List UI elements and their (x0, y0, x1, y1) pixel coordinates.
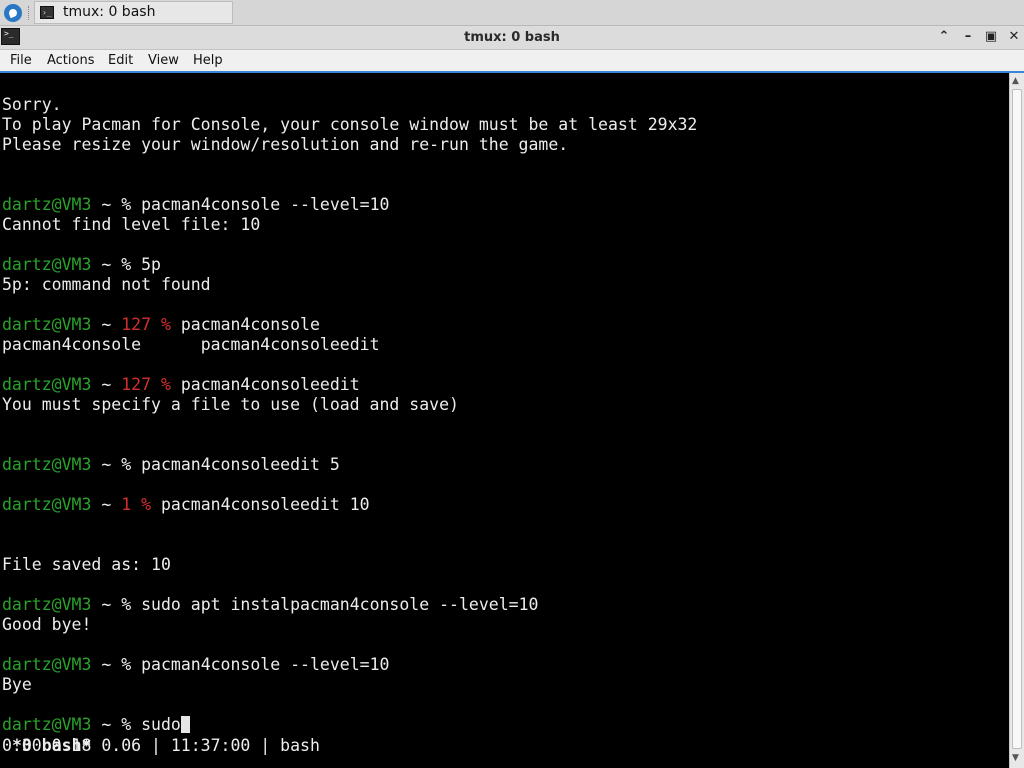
prompt-user: dartz@VM3 (2, 455, 92, 474)
minimize-icon[interactable]: – (960, 29, 976, 45)
terminal-prompt-line: dartz@VM3 ~ % sudo apt instalpacman4cons… (2, 595, 539, 614)
terminal-output-line: File saved as: 10 (2, 555, 171, 574)
maximize-icon[interactable]: ▣ (983, 29, 999, 45)
prompt-command: pacman4consoleedit 10 (160, 495, 370, 514)
terminal-prompt-line: dartz@VM3 ~ % pacman4console --level=10 (2, 655, 390, 674)
vertical-scrollbar[interactable]: ▲ ▼ (1009, 73, 1024, 768)
terminal-output-line: Bye (2, 675, 32, 694)
prompt-user: dartz@VM3 (2, 715, 92, 734)
prompt-user: dartz@VM3 (2, 195, 92, 214)
prompt-command: pacman4consoleedit (180, 375, 360, 394)
terminal-prompt-line: dartz@VM3 ~ 1 % pacman4consoleedit 10 (2, 495, 370, 514)
prompt-user: dartz@VM3 (2, 255, 92, 274)
prompt-exit-code: 127 % (121, 375, 171, 394)
scroll-up-arrow-icon[interactable]: ▲ (1012, 76, 1019, 86)
menu-file[interactable]: File (10, 53, 32, 68)
menu-help[interactable]: Help (193, 53, 223, 68)
prompt-command: % pacman4console --level=10 (121, 195, 390, 214)
scroll-down-arrow-icon[interactable]: ▼ (1012, 753, 1019, 763)
prompt-user: dartz@VM3 (2, 495, 92, 514)
menu-edit[interactable]: Edit (108, 53, 133, 68)
terminal-output-line: 5p: command not found (2, 275, 211, 294)
taskbar-task-button[interactable]: tmux: 0 bash (34, 1, 233, 24)
current-command[interactable]: % sudo (121, 715, 181, 734)
terminal-input-line[interactable]: dartz@VM3 ~ % sudo (2, 715, 190, 735)
terminal-icon (40, 2, 54, 23)
terminal-output-line: pacman4console pacman4consoleedit (2, 335, 380, 355)
terminal-prompt-line: dartz@VM3 ~ 127 % pacman4consoleedit (2, 375, 360, 394)
tmux-status-info: 0.30 0.18 0.06 | 11:37:00 | bash (2, 736, 320, 755)
completion-option: pacman4console (2, 335, 142, 354)
menu-actions[interactable]: Actions (47, 53, 95, 68)
taskbar: tmux: 0 bash (0, 0, 1024, 26)
text-cursor (180, 716, 190, 733)
prompt-command: % 5p (121, 255, 161, 274)
scrollbar-thumb[interactable] (1012, 89, 1022, 749)
taskbar-separator (28, 6, 31, 20)
prompt-exit-code: 1 % (121, 495, 152, 514)
terminal-output-line: You must specify a file to use (load and… (2, 395, 459, 414)
terminal-output-line: Sorry. (2, 95, 62, 114)
terminal-output-line: Cannot find level file: 10 (2, 215, 261, 234)
terminal-prompt-line: dartz@VM3 ~ % pacman4console --level=10 (2, 195, 390, 214)
terminal-output-line: To play Pacman for Console, your console… (2, 115, 698, 134)
prompt-exit-code: 127 % (121, 315, 171, 334)
start-menu-icon[interactable] (4, 4, 22, 22)
window-titlebar[interactable]: tmux: 0 bash ⌃ – ▣ ✕ (0, 26, 1024, 50)
prompt-command: % sudo apt instalpacman4console --level=… (121, 595, 539, 614)
prompt-user: dartz@VM3 (2, 655, 92, 674)
menu-view[interactable]: View (148, 53, 179, 68)
terminal-area[interactable]: Sorry. To play Pacman for Console, your … (0, 73, 1009, 768)
completion-option: pacman4consoleedit (200, 335, 380, 354)
close-icon[interactable]: ✕ (1006, 29, 1022, 45)
terminal-output-line: Please resize your window/resolution and… (2, 135, 569, 154)
terminal-prompt-line: dartz@VM3 ~ % pacman4consoleedit 5 (2, 455, 340, 474)
prompt-command: % pacman4console --level=10 (121, 655, 390, 674)
prompt-user: dartz@VM3 (2, 315, 92, 334)
prompt-user: dartz@VM3 (2, 375, 92, 394)
prompt-command: % pacman4consoleedit 5 (121, 455, 340, 474)
menu-bar: File Actions Edit View Help (0, 50, 1024, 73)
chevron-up-icon[interactable]: ⌃ (936, 29, 952, 45)
window-title: tmux: 0 bash (464, 30, 560, 45)
terminal-prompt-line: dartz@VM3 ~ 127 % pacman4console (2, 315, 320, 334)
taskbar-task-label: tmux: 0 bash (63, 4, 156, 20)
terminal-output-line: Good bye! (2, 615, 92, 634)
prompt-user: dartz@VM3 (2, 595, 92, 614)
terminal-prompt-line: dartz@VM3 ~ % 5p (2, 255, 161, 274)
prompt-command: pacman4console (180, 315, 320, 334)
